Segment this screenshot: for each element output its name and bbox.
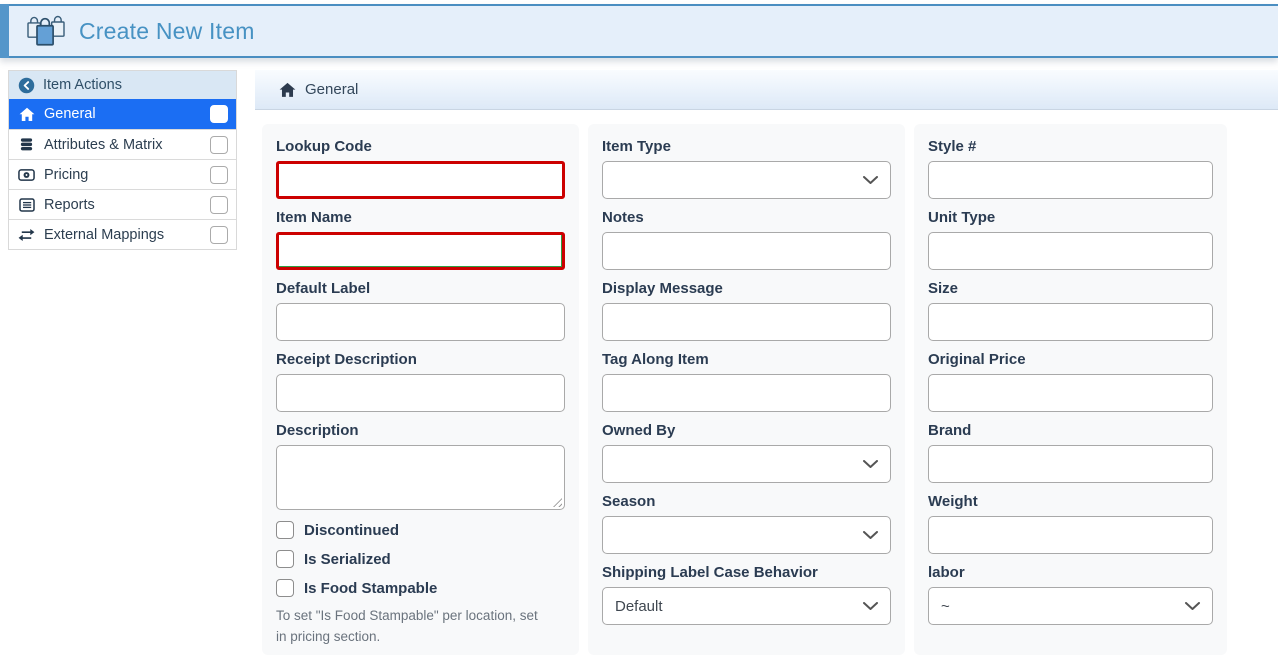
- sidebar-item-pricing-checkbox[interactable]: [210, 166, 228, 184]
- shopping-bags-icon: [26, 13, 66, 49]
- weight-label: Weight: [928, 493, 1213, 511]
- size-input[interactable]: [928, 303, 1213, 341]
- sidebar-item-label: Pricing: [44, 167, 201, 183]
- item-name-label: Item Name: [276, 209, 565, 227]
- owned-by-label: Owned By: [602, 422, 891, 440]
- size-label: Size: [928, 280, 1213, 298]
- general-form: Lookup Code Item Name Default Label Rece…: [262, 124, 1227, 655]
- is-serialized-label: Is Serialized: [304, 551, 391, 568]
- discontinued-label: Discontinued: [304, 522, 399, 539]
- panel-general-middle: Item Type Notes Display Message Tag Alon…: [588, 124, 905, 655]
- description-textarea[interactable]: [276, 445, 565, 510]
- shipping-label-case-behavior-label: Shipping Label Case Behavior: [602, 564, 891, 582]
- sidebar-item-reports-checkbox[interactable]: [210, 196, 228, 214]
- sidebar-item-general-checkbox[interactable]: [210, 105, 228, 123]
- food-stampable-note: To set "Is Food Stampable" per location,…: [276, 605, 548, 647]
- is-food-stampable-row: Is Food Stampable: [276, 579, 565, 597]
- style-number-label: Style #: [928, 138, 1213, 156]
- home-icon: [18, 106, 35, 123]
- sidebar-item-reports[interactable]: Reports: [9, 189, 236, 219]
- swap-arrows-icon: [18, 226, 35, 243]
- sidebar-header: Item Actions: [9, 71, 236, 99]
- sidebar-item-pricing[interactable]: Pricing: [9, 159, 236, 189]
- discontinued-row: Discontinued: [276, 521, 565, 539]
- report-list-icon: [18, 196, 35, 213]
- is-food-stampable-checkbox[interactable]: [276, 579, 294, 597]
- chevron-down-icon: [862, 531, 879, 540]
- database-icon: [18, 136, 35, 153]
- app-header: Create New Item: [0, 4, 1278, 58]
- screen: Create New Item Item Actions General: [0, 0, 1278, 667]
- shipping-label-case-behavior-value: Default: [615, 598, 663, 615]
- item-type-label: Item Type: [602, 138, 891, 156]
- lookup-code-input[interactable]: [276, 161, 565, 199]
- sidebar-item-label: Reports: [44, 197, 201, 213]
- is-serialized-row: Is Serialized: [276, 550, 565, 568]
- sidebar-item-attributes-matrix[interactable]: Attributes & Matrix: [9, 129, 236, 159]
- notes-label: Notes: [602, 209, 891, 227]
- sidebar-title: Item Actions: [43, 77, 122, 93]
- header-accent-bar: [0, 4, 9, 58]
- tag-along-item-input[interactable]: [602, 374, 891, 412]
- shipping-label-case-behavior-select[interactable]: Default: [602, 587, 891, 625]
- sidebar-item-external-mappings[interactable]: External Mappings: [9, 219, 236, 249]
- chevron-down-icon: [862, 460, 879, 469]
- is-serialized-checkbox[interactable]: [276, 550, 294, 568]
- display-message-input[interactable]: [602, 303, 891, 341]
- weight-input[interactable]: [928, 516, 1213, 554]
- sidebar-item-external-mappings-checkbox[interactable]: [210, 226, 228, 244]
- lookup-code-label: Lookup Code: [276, 138, 565, 156]
- is-food-stampable-label: Is Food Stampable: [304, 580, 437, 597]
- brand-input[interactable]: [928, 445, 1213, 483]
- labor-label: labor: [928, 564, 1213, 582]
- description-label: Description: [276, 422, 565, 440]
- description-textarea-wrap: [276, 445, 565, 510]
- labor-select[interactable]: ~: [928, 587, 1213, 625]
- chevron-down-icon: [1184, 602, 1201, 611]
- owned-by-select[interactable]: [602, 445, 891, 483]
- receipt-description-label: Receipt Description: [276, 351, 565, 369]
- sidebar: Item Actions General Attributes & Matrix: [8, 70, 237, 250]
- page-title: Create New Item: [79, 18, 255, 45]
- unit-type-label: Unit Type: [928, 209, 1213, 227]
- style-number-input[interactable]: [928, 161, 1213, 199]
- chevron-down-icon: [862, 602, 879, 611]
- original-price-input[interactable]: [928, 374, 1213, 412]
- season-label: Season: [602, 493, 891, 511]
- collapse-back-circle-icon[interactable]: [18, 77, 35, 94]
- sidebar-item-label: General: [44, 106, 201, 122]
- discontinued-checkbox[interactable]: [276, 521, 294, 539]
- item-type-select[interactable]: [602, 161, 891, 199]
- home-icon: [279, 82, 296, 98]
- tag-along-item-label: Tag Along Item: [602, 351, 891, 369]
- display-message-label: Display Message: [602, 280, 891, 298]
- unit-type-input[interactable]: [928, 232, 1213, 270]
- sidebar-item-label: Attributes & Matrix: [44, 137, 201, 153]
- receipt-description-input[interactable]: [276, 374, 565, 412]
- brand-label: Brand: [928, 422, 1213, 440]
- item-name-input[interactable]: [276, 232, 565, 270]
- sidebar-item-label: External Mappings: [44, 227, 201, 243]
- money-bill-icon: [18, 166, 35, 183]
- panel-general-right: Style # Unit Type Size Original Price Br…: [914, 124, 1227, 655]
- notes-input[interactable]: [602, 232, 891, 270]
- labor-value: ~: [941, 598, 950, 615]
- sidebar-item-general[interactable]: General: [9, 99, 236, 129]
- default-label-label: Default Label: [276, 280, 565, 298]
- panel-general-left: Lookup Code Item Name Default Label Rece…: [262, 124, 579, 655]
- default-label-input[interactable]: [276, 303, 565, 341]
- section-title: General: [305, 81, 358, 98]
- original-price-label: Original Price: [928, 351, 1213, 369]
- sidebar-item-attributes-matrix-checkbox[interactable]: [210, 136, 228, 154]
- season-select[interactable]: [602, 516, 891, 554]
- chevron-down-icon: [862, 176, 879, 185]
- section-header: General: [255, 70, 1278, 110]
